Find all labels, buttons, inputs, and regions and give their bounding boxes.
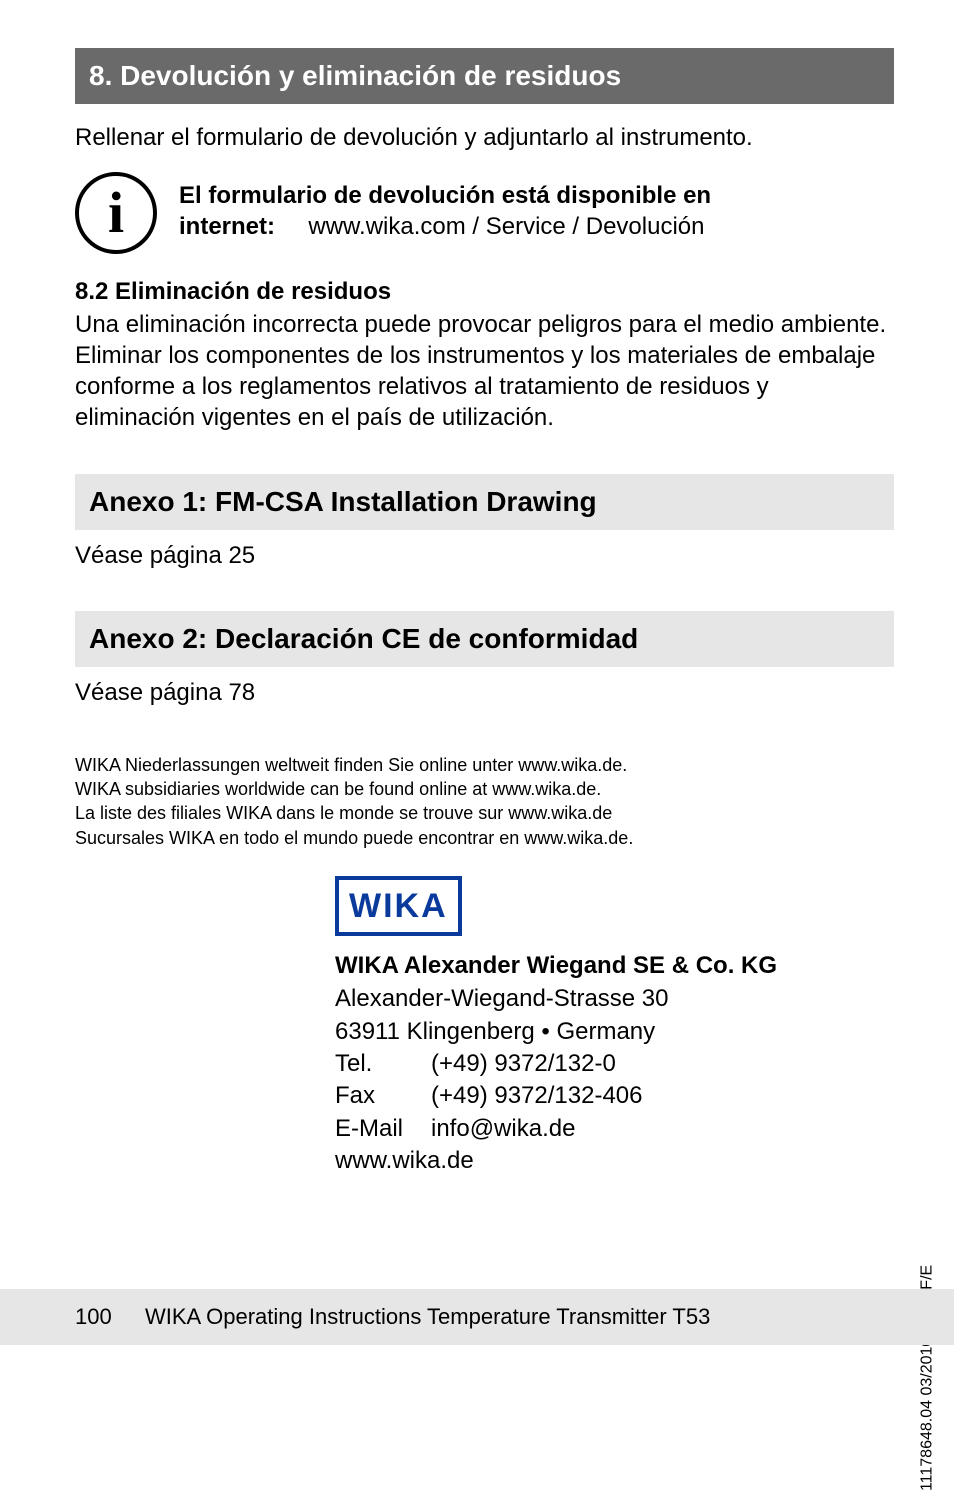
subsidiary-lines: WIKA Niederlassungen weltweit finden Sie… [75, 753, 894, 850]
info-internet-url: www.wika.com / Service / Devolución [308, 213, 704, 240]
info-text: El formulario de devolución está disponi… [179, 172, 711, 242]
subsidiary-line-es: Sucursales WIKA en todo el mundo puede e… [75, 826, 894, 850]
company-name: WIKA Alexander Wiegand SE & Co. KG [335, 950, 894, 981]
company-fax-row: Fax (+49) 9372/132-406 [335, 1080, 894, 1112]
company-tel-label: Tel. [335, 1048, 431, 1080]
subsidiary-line-fr: La liste des filiales WIKA dans le monde… [75, 801, 894, 825]
anexo-1-bar: Anexo 1: FM-CSA Installation Drawing [75, 474, 894, 530]
sub-8-2-heading: 8.2 Eliminación de residuos [75, 276, 894, 307]
sub-8-2-p1: Una eliminación incorrecta puede provoca… [75, 309, 894, 340]
anexo-1-note: Véase página 25 [75, 540, 894, 571]
company-tel-row: Tel. (+49) 9372/132-0 [335, 1048, 894, 1080]
company-fax: (+49) 9372/132-406 [431, 1080, 643, 1112]
info-internet-line: internet: www.wika.com / Service / Devol… [179, 211, 711, 242]
company-fax-label: Fax [335, 1080, 431, 1112]
subsidiary-line-de: WIKA Niederlassungen weltweit finden Sie… [75, 753, 894, 777]
company-block: WIKA WIKA Alexander Wiegand SE & Co. KG … [335, 876, 894, 1178]
subsidiary-line-en: WIKA subsidiaries worldwide can be found… [75, 777, 894, 801]
anexo-2-bar: Anexo 2: Declaración CE de conformidad [75, 611, 894, 667]
company-email-label: E-Mail [335, 1113, 431, 1145]
company-email: info@wika.de [431, 1113, 575, 1145]
info-bold-line: El formulario de devolución está disponi… [179, 180, 711, 211]
company-tel: (+49) 9372/132-0 [431, 1048, 616, 1080]
page-footer: 100 WIKA Operating Instructions Temperat… [0, 1289, 954, 1345]
section-8-bar: 8. Devolución y eliminación de residuos [75, 48, 894, 104]
sub-8-2-p2: Eliminar los componentes de los instrume… [75, 340, 894, 434]
page-number: 100 [75, 1303, 145, 1332]
info-icon: i [75, 172, 157, 254]
company-web: www.wika.de [335, 1145, 894, 1177]
company-street: Alexander-Wiegand-Strasse 30 [335, 983, 894, 1015]
info-internet-label: internet: [179, 213, 275, 240]
info-callout: i El formulario de devolución está dispo… [75, 172, 894, 254]
anexo-2-note: Véase página 78 [75, 677, 894, 708]
section-8-intro: Rellenar el formulario de devolución y a… [75, 122, 894, 153]
footer-title: WIKA Operating Instructions Temperature … [145, 1303, 710, 1332]
company-city: 63911 Klingenberg • Germany [335, 1016, 894, 1048]
wika-logo: WIKA [335, 876, 462, 936]
company-email-row: E-Mail info@wika.de [335, 1113, 894, 1145]
